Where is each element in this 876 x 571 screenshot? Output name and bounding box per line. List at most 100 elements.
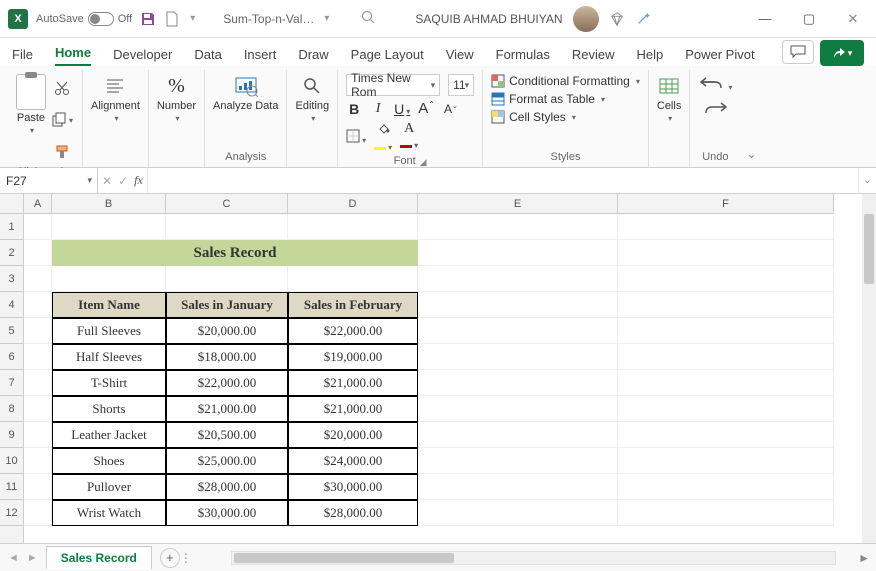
table-cell[interactable]: $21,000.00 — [288, 370, 418, 396]
table-cell[interactable]: Wrist Watch — [52, 500, 166, 526]
next-sheet-icon[interactable]: ► — [27, 552, 38, 564]
row-header[interactable]: 4 — [0, 292, 23, 318]
tab-insert[interactable]: Insert — [244, 47, 277, 66]
vertical-scrollbar[interactable] — [862, 194, 876, 543]
name-box[interactable]: F27 — [0, 168, 98, 193]
avatar[interactable] — [573, 6, 599, 32]
scroll-thumb[interactable] — [234, 553, 454, 563]
table-cell[interactable]: Leather Jacket — [52, 422, 166, 448]
analyze-data-button[interactable]: Analyze Data — [213, 74, 278, 112]
font-name-combo[interactable]: Times New Rom — [346, 74, 440, 96]
autosave-toggle[interactable]: AutoSave Off — [36, 12, 132, 26]
tab-draw[interactable]: Draw — [298, 47, 328, 66]
conditional-formatting-button[interactable]: Conditional Formatting▾ — [491, 74, 640, 88]
format-painter-icon[interactable] — [50, 140, 74, 164]
font-color-button[interactable]: A▾ — [400, 121, 418, 153]
row-header[interactable]: 2 — [0, 240, 23, 266]
horizontal-scrollbar[interactable] — [231, 551, 836, 565]
tab-developer[interactable]: Developer — [113, 47, 172, 66]
cut-icon[interactable] — [50, 76, 74, 100]
cells-button[interactable]: Cells▾ — [657, 74, 681, 123]
table-cell[interactable]: $19,000.00 — [288, 344, 418, 370]
fill-color-button[interactable]: ▾ — [374, 121, 392, 153]
qat-dropdown-icon[interactable]: ▾ — [190, 13, 195, 24]
table-cell[interactable]: Pullover — [52, 474, 166, 500]
increase-font-button[interactable]: A⌃ — [418, 100, 435, 117]
table-cell[interactable]: $18,000.00 — [166, 344, 288, 370]
table-header[interactable]: Sales in February — [288, 292, 418, 318]
row-header[interactable]: 3 — [0, 266, 23, 292]
tab-view[interactable]: View — [446, 47, 474, 66]
redo-button[interactable] — [701, 99, 729, 118]
select-all-corner[interactable] — [0, 194, 24, 214]
table-header[interactable]: Sales in January — [166, 292, 288, 318]
borders-button[interactable]: ▾ — [346, 129, 366, 146]
bold-button[interactable]: B — [346, 101, 362, 117]
table-cell[interactable]: Half Sleeves — [52, 344, 166, 370]
prev-sheet-icon[interactable]: ◄ — [8, 552, 19, 564]
diamond-icon[interactable] — [609, 11, 625, 27]
sheet-tab[interactable]: Sales Record — [46, 546, 152, 569]
tab-page-layout[interactable]: Page Layout — [351, 47, 424, 66]
table-cell[interactable]: $30,000.00 — [166, 500, 288, 526]
table-cell[interactable]: $30,000.00 — [288, 474, 418, 500]
fx-icon[interactable]: fx — [134, 173, 143, 188]
table-cell[interactable]: Full Sleeves — [52, 318, 166, 344]
alignment-button[interactable]: Alignment▾ — [91, 74, 140, 123]
scroll-thumb[interactable] — [864, 214, 874, 284]
cell-styles-button[interactable]: Cell Styles▾ — [491, 110, 576, 124]
cells-area[interactable]: Sales Record Item Name Sales in January … — [24, 214, 876, 543]
italic-button[interactable]: I — [370, 101, 386, 117]
table-cell[interactable]: $22,000.00 — [288, 318, 418, 344]
underline-button[interactable]: U▾ — [394, 101, 410, 117]
share-button[interactable]: ▾ — [820, 40, 864, 66]
row-header[interactable]: 1 — [0, 214, 23, 240]
file-name[interactable]: Sum-Top-n-Val… — [223, 12, 314, 26]
col-header[interactable]: A — [24, 194, 52, 214]
copy-icon[interactable]: ▾ — [50, 108, 74, 132]
col-header[interactable]: E — [418, 194, 618, 214]
row-header[interactable]: 8 — [0, 396, 23, 422]
table-cell[interactable]: $21,000.00 — [166, 396, 288, 422]
wand-icon[interactable] — [635, 11, 651, 27]
collapse-ribbon-icon[interactable]: ⌄ — [740, 141, 762, 167]
col-header[interactable]: F — [618, 194, 834, 214]
account-name[interactable]: SAQUIB AHMAD BHUIYAN — [415, 12, 562, 26]
tab-help[interactable]: Help — [636, 47, 663, 66]
font-size-combo[interactable]: 11 — [448, 74, 474, 96]
doc-icon[interactable] — [164, 11, 180, 27]
col-header[interactable]: C — [166, 194, 288, 214]
col-header[interactable]: B — [52, 194, 166, 214]
table-cell[interactable]: $24,000.00 — [288, 448, 418, 474]
maximize-button[interactable]: ▢ — [794, 4, 824, 34]
toggle-off-icon[interactable] — [88, 12, 114, 26]
expand-formula-bar-icon[interactable]: ⌄ — [858, 168, 876, 193]
save-icon[interactable] — [140, 11, 156, 27]
decrease-font-button[interactable]: A⌄ — [443, 102, 459, 116]
scroll-right-icon[interactable]: ► — [852, 551, 876, 565]
paste-button[interactable]: Paste ▾ — [16, 74, 46, 135]
row-header[interactable]: 10 — [0, 448, 23, 474]
table-cell[interactable]: $22,000.00 — [166, 370, 288, 396]
minimize-button[interactable]: — — [750, 4, 780, 34]
editing-button[interactable]: Editing▾ — [295, 74, 329, 123]
add-sheet-button[interactable]: + — [160, 548, 180, 568]
table-cell[interactable]: $20,000.00 — [166, 318, 288, 344]
col-header[interactable]: D — [288, 194, 418, 214]
table-cell[interactable]: $25,000.00 — [166, 448, 288, 474]
row-header[interactable]: 7 — [0, 370, 23, 396]
tab-formulas[interactable]: Formulas — [496, 47, 550, 66]
table-header[interactable]: Item Name — [52, 292, 166, 318]
filename-dropdown-icon[interactable]: ▾ — [324, 13, 329, 24]
table-cell[interactable]: $28,000.00 — [166, 474, 288, 500]
comments-button[interactable] — [782, 40, 814, 64]
table-cell[interactable]: $20,500.00 — [166, 422, 288, 448]
tab-file[interactable]: File — [12, 47, 33, 66]
table-cell[interactable]: T-Shirt — [52, 370, 166, 396]
sheet-title[interactable]: Sales Record — [52, 240, 418, 266]
undo-button[interactable]: ▾ — [698, 74, 732, 93]
tab-review[interactable]: Review — [572, 47, 615, 66]
row-header[interactable]: 11 — [0, 474, 23, 500]
tab-home[interactable]: Home — [55, 45, 91, 66]
row-header[interactable]: 9 — [0, 422, 23, 448]
